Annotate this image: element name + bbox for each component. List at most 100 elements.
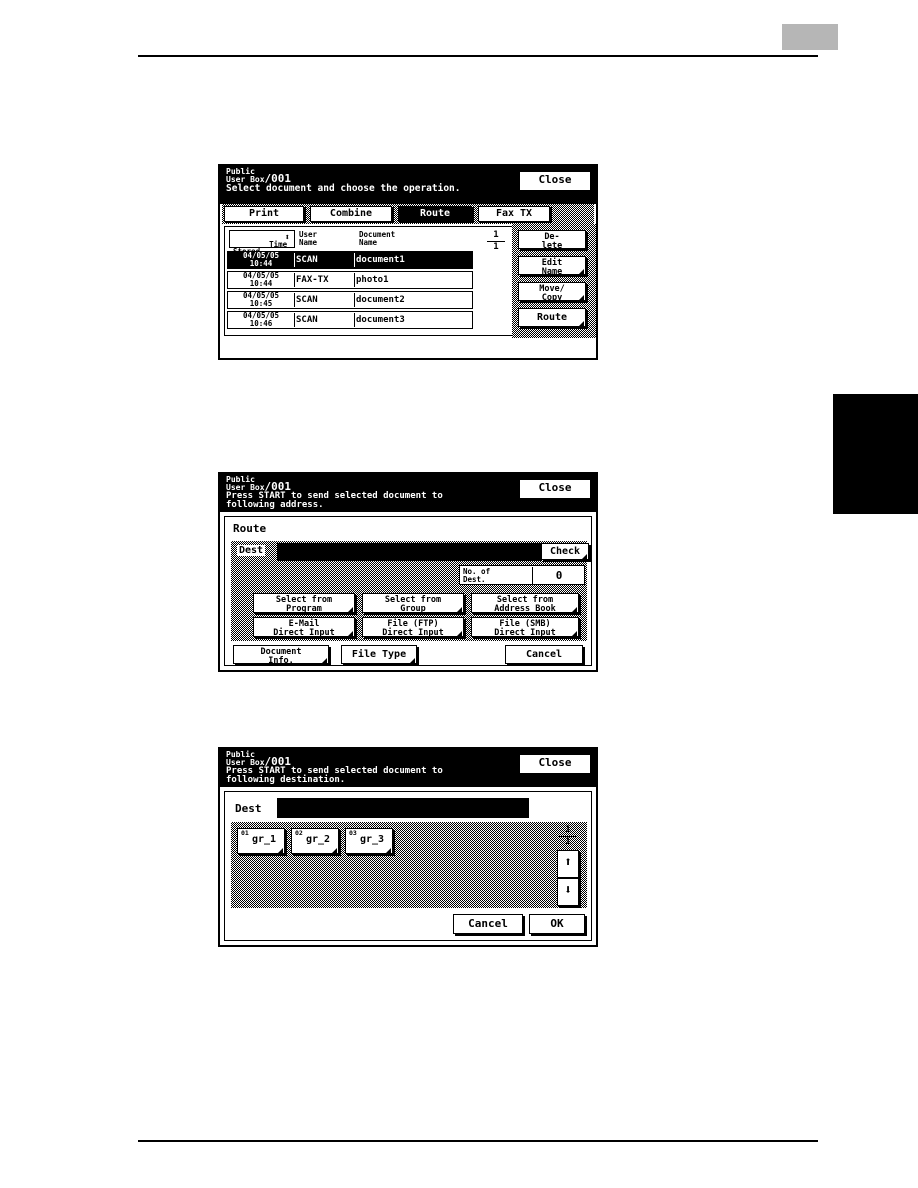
group-list-area: 01 gr_1 02 gr_2 03 gr_3 1 1 ⬆ ⬇ [231, 822, 587, 908]
row-time: 04/05/05 10:45 [242, 291, 280, 308]
panel1-tab-strip: Print Combine Route Fax TX [222, 204, 594, 224]
panel3-close-button[interactable]: Close [519, 754, 591, 774]
group-index: 02 [295, 829, 303, 837]
submenu-corner-icon [582, 554, 587, 559]
panel3-body: Dest 01 gr_1 02 gr_2 03 gr_3 1 1 ⬆ ⬇ Can… [224, 791, 592, 941]
row-document: document1 [356, 255, 405, 265]
file-ftp-direct-input-button[interactable]: File (FTP) Direct Input [362, 617, 464, 638]
group-index: 03 [349, 829, 357, 837]
table-row[interactable]: 04/05/05 10:44 FAX-TX photo1 [227, 271, 473, 289]
dest-label: Dest [235, 802, 262, 815]
group-button-01[interactable]: 01 gr_1 [237, 828, 285, 854]
scroll-up-button[interactable]: ⬆ [557, 850, 579, 878]
submenu-corner-icon [278, 848, 283, 853]
submenu-corner-icon [457, 607, 462, 612]
submenu-corner-icon [348, 631, 353, 636]
panel3-header: Public User Box/001 Press START to send s… [220, 749, 596, 787]
footer-rule [138, 1140, 818, 1142]
group-page-current: 1 [565, 825, 571, 835]
route-section-label: Route [233, 522, 267, 535]
panel1-close-button[interactable]: Close [519, 171, 591, 191]
submenu-corner-icon [572, 631, 577, 636]
check-button-label: Check [549, 546, 581, 557]
select-from-address-book-button[interactable]: Select from Address Book [471, 593, 579, 614]
row-time: 04/05/05 10:46 [242, 311, 280, 328]
dest-input[interactable] [277, 798, 529, 818]
cancel-button[interactable]: Cancel [453, 914, 523, 934]
no-of-dest-display: No. of Dest. 0 [459, 565, 585, 585]
select-from-program-button[interactable]: Select from Program [253, 593, 355, 614]
panel2-close-button[interactable]: Close [519, 479, 591, 499]
list-page-indicator: 1 1 [485, 231, 507, 252]
group-index: 01 [241, 829, 249, 837]
row-document: photo1 [356, 275, 389, 285]
tab-combine[interactable]: Combine [310, 206, 392, 222]
group-name: gr_1 [252, 834, 277, 845]
sort-arrows-icon: ⬍ [284, 233, 290, 243]
route-button[interactable]: Route [518, 308, 586, 327]
dest-input[interactable] [277, 543, 541, 561]
panel2-header: Public User Box/001 Press START to send s… [220, 474, 596, 512]
dest-row: Dest [231, 798, 587, 820]
delete-button[interactable]: De- lete [518, 230, 586, 251]
row-time: 04/05/05 10:44 [242, 271, 280, 288]
row-time: 04/05/05 10:44 [242, 251, 280, 268]
file-smb-direct-input-button[interactable]: File (SMB) Direct Input [471, 617, 579, 638]
row-document: document3 [356, 315, 405, 325]
route-button-label: Route [536, 312, 568, 323]
tab-route[interactable]: Route [398, 206, 472, 222]
group-page-total: 1 [565, 837, 571, 847]
select-from-address-book-label: Select from Address Book [494, 595, 556, 614]
email-direct-input-button[interactable]: E-Mail Direct Input [253, 617, 355, 638]
lcd-panel-route-destination: Public User Box/001 Press START to send s… [218, 472, 598, 672]
lcd-panel-group-selection: Public User Box/001 Press START to send s… [218, 747, 598, 947]
panel2-selector-area: No. of Dest. 0 Select from Program Selec… [231, 563, 587, 641]
check-button[interactable]: Check [541, 543, 589, 560]
group-button-02[interactable]: 02 gr_2 [291, 828, 339, 854]
table-row[interactable]: 04/05/05 10:45 SCAN document2 [227, 291, 473, 309]
group-button-03[interactable]: 03 gr_3 [345, 828, 393, 854]
cancel-button[interactable]: Cancel [505, 645, 583, 664]
file-type-label: File Type [351, 649, 407, 660]
group-page-indicator: 1 1 [557, 826, 579, 847]
dest-label: Dest [237, 545, 266, 556]
submenu-corner-icon [579, 321, 584, 326]
submenu-corner-icon [579, 269, 584, 274]
column-header-document-name: Document Name [359, 230, 396, 247]
select-from-group-label: Select from Group [384, 595, 442, 614]
scroll-down-button[interactable]: ⬇ [557, 878, 579, 906]
submenu-corner-icon [386, 848, 391, 853]
edit-name-button[interactable]: Edit Name [518, 256, 586, 277]
submenu-corner-icon [322, 658, 327, 663]
move-copy-button[interactable]: Move/ Copy [518, 282, 586, 303]
edit-name-button-label: Edit Name [541, 258, 563, 277]
delete-button-label: De- lete [541, 232, 563, 251]
table-row[interactable]: 04/05/05 10:44 SCAN document1 [227, 251, 473, 269]
tab-print[interactable]: Print [224, 206, 304, 222]
row-user: SCAN [296, 255, 318, 265]
group-name: gr_3 [360, 834, 385, 845]
cancel-button-label: Cancel [525, 649, 563, 660]
panel1-action-buttons: De- lete Edit Name Move/ Copy Route [512, 224, 596, 338]
submenu-corner-icon [332, 848, 337, 853]
table-row[interactable]: 04/05/05 10:46 SCAN document3 [227, 311, 473, 329]
ok-button[interactable]: OK [529, 914, 585, 934]
chapter-thumb-tab [833, 394, 918, 514]
document-info-button[interactable]: Document Info. [233, 645, 329, 666]
select-from-group-button[interactable]: Select from Group [362, 593, 464, 614]
file-ftp-direct-input-label: File (FTP) Direct Input [382, 619, 444, 638]
row-user: SCAN [296, 315, 318, 325]
email-direct-input-label: E-Mail Direct Input [273, 619, 335, 638]
column-header-user-name: User Name [299, 230, 318, 247]
row-user: FAX-TX [296, 275, 329, 285]
dest-row: Dest Check [231, 541, 589, 563]
submenu-corner-icon [572, 607, 577, 612]
tab-fax-tx[interactable]: Fax TX [478, 206, 550, 222]
sort-time-stored-button[interactable]: Time Stored ⬍ [229, 230, 295, 255]
submenu-corner-icon [579, 295, 584, 300]
list-page-current: 1 [493, 230, 499, 240]
move-copy-button-label: Move/ Copy [539, 284, 565, 303]
lcd-panel-document-list: Public User Box/001 Select document and c… [218, 164, 598, 360]
file-type-button[interactable]: File Type [341, 645, 417, 664]
row-document: document2 [356, 295, 405, 305]
